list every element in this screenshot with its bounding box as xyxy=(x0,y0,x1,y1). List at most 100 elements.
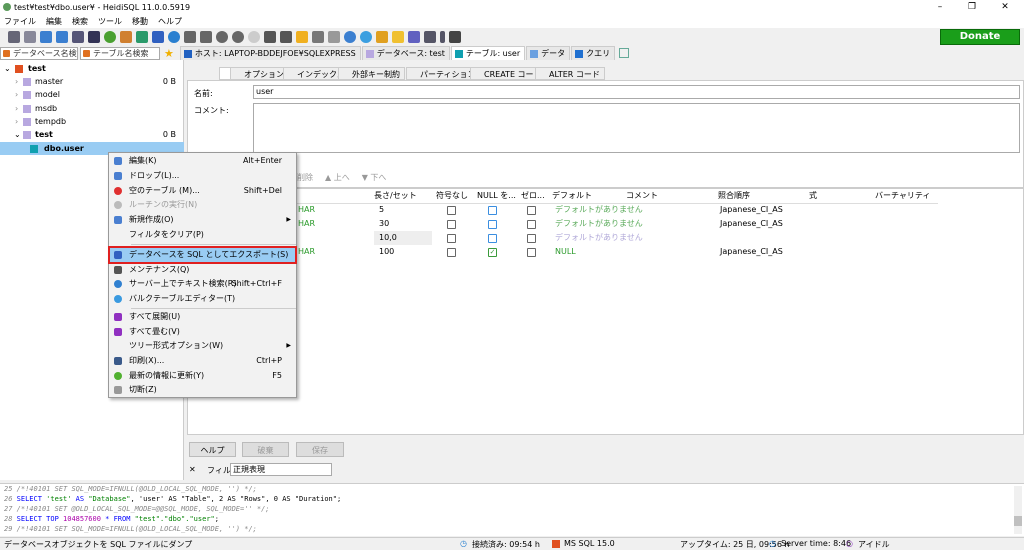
unsigned-checkbox[interactable] xyxy=(447,234,456,243)
zerofill-checkbox[interactable] xyxy=(527,220,536,229)
name-input[interactable]: user xyxy=(253,85,1020,99)
column-header[interactable]: 式 xyxy=(809,189,817,203)
subtab-options[interactable]: オプション xyxy=(230,67,289,80)
tree-node-msdb[interactable]: › msdb xyxy=(0,102,184,115)
menu-item-create-new[interactable]: 新規作成(O) ▶ xyxy=(109,213,296,227)
log-scrollbar[interactable] xyxy=(1014,486,1022,534)
zerofill-checkbox[interactable] xyxy=(527,248,536,257)
donate-button[interactable]: Donate xyxy=(940,29,1020,45)
delete-column-button[interactable]: 削除 xyxy=(297,172,313,183)
tab-database[interactable]: データベース: test xyxy=(361,46,450,60)
unsigned-checkbox[interactable] xyxy=(447,206,456,215)
table-search-input[interactable]: テーブル名検索 xyxy=(80,46,160,60)
move-up-button[interactable]: ▲ 上へ xyxy=(325,172,350,183)
column-header[interactable]: デフォルト xyxy=(552,189,592,203)
menu-go[interactable]: 移動 xyxy=(132,16,148,27)
column-header[interactable]: バーチャリティ xyxy=(875,189,930,203)
tree-node-test[interactable]: ⌄ test 0 B xyxy=(0,128,184,141)
export-icon[interactable] xyxy=(152,31,164,43)
menu-item-edit[interactable]: 編集(K) Alt+Enter xyxy=(109,154,296,168)
folder-icon[interactable] xyxy=(296,31,308,43)
post-icon[interactable] xyxy=(248,31,260,43)
replace-icon[interactable] xyxy=(360,31,372,43)
column-header[interactable]: ゼロ... xyxy=(521,189,545,203)
last-icon[interactable] xyxy=(200,31,212,43)
column-header[interactable]: 照合順序 xyxy=(718,189,750,203)
menu-item-disconnect[interactable]: 切断(Z) xyxy=(109,383,296,397)
disconnect-icon[interactable] xyxy=(24,31,36,43)
first-icon[interactable] xyxy=(184,31,196,43)
tree-node-tempdb[interactable]: › tempdb xyxy=(0,115,184,128)
tree-node-root[interactable]: ⌄ test xyxy=(0,62,184,75)
copy-icon[interactable] xyxy=(40,31,52,43)
connect-icon[interactable] xyxy=(8,31,20,43)
tree-node-model[interactable]: › model xyxy=(0,88,184,101)
menu-edit[interactable]: 編集 xyxy=(46,16,62,27)
menu-item-clear-filter[interactable]: フィルタをクリア(P) xyxy=(109,228,296,242)
column-header[interactable]: コメント xyxy=(626,189,658,203)
discard-button[interactable]: 破棄 xyxy=(242,442,289,457)
nullable-checkbox-checked[interactable]: ✓ xyxy=(488,248,497,257)
menu-item-run-routine[interactable]: ルーチンの実行(N) xyxy=(109,198,296,212)
close-tab-icon[interactable] xyxy=(449,31,461,43)
menu-help[interactable]: ヘルプ xyxy=(158,16,182,27)
tab-query[interactable]: クエリ xyxy=(571,46,616,60)
unsigned-checkbox[interactable] xyxy=(447,220,456,229)
menu-item-server-text-search[interactable]: サーバー上でテキスト検索(R) Shift+Ctrl+F xyxy=(109,277,296,291)
menu-item-expand-all[interactable]: すべて展開(U) xyxy=(109,310,296,324)
menu-item-print[interactable]: 印刷(X)... Ctrl+P xyxy=(109,354,296,368)
zerofill-checkbox[interactable] xyxy=(527,234,536,243)
nullable-checkbox[interactable] xyxy=(488,206,497,215)
menu-item-export-sql[interactable]: データベースを SQL としてエクスポート(S) xyxy=(108,246,297,264)
collapse-icon[interactable]: ⌄ xyxy=(4,62,11,75)
menu-item-drop[interactable]: ドロップ(L)... xyxy=(109,169,296,183)
favorite-star-icon[interactable]: ★ xyxy=(164,47,174,60)
menu-tools[interactable]: ツール xyxy=(98,16,122,27)
comment-textarea[interactable] xyxy=(253,103,1020,153)
print-icon[interactable] xyxy=(88,31,100,43)
maintenance-icon[interactable] xyxy=(136,31,148,43)
tree-node-master[interactable]: › master 0 B xyxy=(0,75,184,88)
menu-item-bulk-editor[interactable]: バルクテーブルエディター(T) xyxy=(109,292,296,306)
expand-icon[interactable]: › xyxy=(15,115,18,128)
nullable-checkbox[interactable] xyxy=(488,234,497,243)
expand-icon[interactable]: › xyxy=(15,75,18,88)
minimize-button[interactable]: – xyxy=(925,0,955,14)
undo-icon[interactable] xyxy=(72,31,84,43)
menu-search[interactable]: 検索 xyxy=(72,16,88,27)
new-query-tab-icon[interactable] xyxy=(619,48,630,58)
help-button[interactable]: ヘルプ xyxy=(189,442,236,457)
menu-item-maintenance[interactable]: メンテナンス(Q) xyxy=(109,263,296,277)
tab-data[interactable]: データ xyxy=(526,46,571,60)
user-manager-icon[interactable] xyxy=(120,31,132,43)
close-filter-icon[interactable]: ✕ xyxy=(189,465,196,474)
find-icon[interactable] xyxy=(344,31,356,43)
subtab-foreign-keys[interactable]: 外部キー制約 xyxy=(338,67,405,80)
unsigned-checkbox[interactable] xyxy=(447,248,456,257)
menu-file[interactable]: ファイル xyxy=(4,16,36,27)
save-button[interactable]: 保存 xyxy=(296,442,344,457)
maximize-button[interactable]: ❐ xyxy=(957,0,987,14)
save-as-icon[interactable] xyxy=(328,31,340,43)
more-icon[interactable] xyxy=(440,31,445,43)
clean-icon[interactable] xyxy=(376,31,388,43)
column-header[interactable]: NULL を... xyxy=(477,189,516,203)
cancel-icon[interactable] xyxy=(264,31,276,43)
wrap-icon[interactable] xyxy=(424,31,436,43)
zerofill-checkbox[interactable] xyxy=(527,206,536,215)
column-header[interactable]: 長さ/セット xyxy=(374,189,417,203)
expand-icon[interactable]: › xyxy=(15,102,18,115)
paste-icon[interactable] xyxy=(56,31,68,43)
tab-table[interactable]: テーブル: user xyxy=(450,46,526,60)
filter-input[interactable]: 正規表現 xyxy=(230,463,332,476)
menu-item-refresh[interactable]: 最新の情報に更新(Y) F5 xyxy=(109,369,296,383)
close-button[interactable]: ✕ xyxy=(990,0,1020,14)
subtab-alter-code[interactable]: ALTER コード xyxy=(535,67,605,80)
help-icon[interactable] xyxy=(168,31,180,43)
menu-item-empty-table[interactable]: 空のテーブル (M)... Shift+Del xyxy=(109,184,296,198)
tab-host[interactable]: ホスト: LAPTOP-BDDEJFOE¥SQLEXPRESS xyxy=(179,46,361,60)
collapse-icon[interactable]: ⌄ xyxy=(14,128,21,141)
warning-icon[interactable] xyxy=(392,31,404,43)
expand-icon[interactable]: › xyxy=(15,88,18,101)
add-icon[interactable] xyxy=(216,31,228,43)
